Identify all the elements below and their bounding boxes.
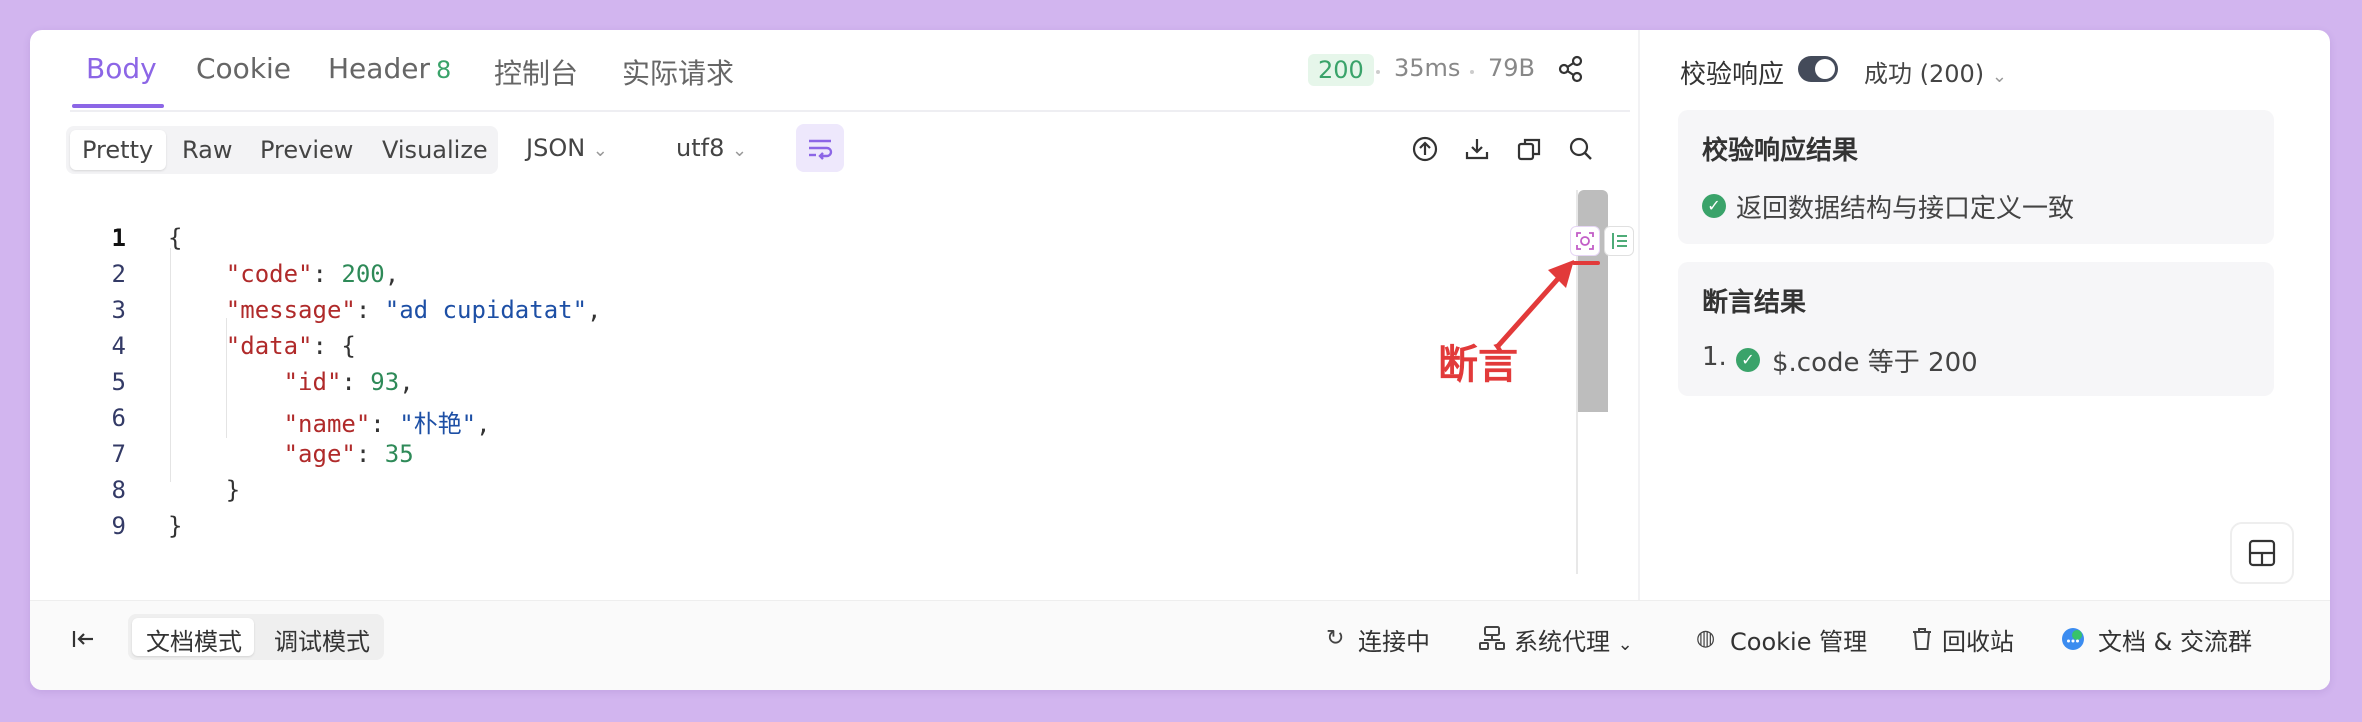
- json-key: "code": [225, 260, 313, 288]
- encoding-select-value: utf8: [676, 134, 725, 162]
- json-number: 35: [384, 440, 414, 468]
- chat-bubble-icon: [2060, 626, 2086, 652]
- recycle-bin-button[interactable]: 回收站: [1942, 622, 2014, 657]
- response-result-select[interactable]: 成功 (200) ⌄: [1864, 54, 2007, 89]
- line-number: 6: [111, 404, 126, 432]
- response-panel: Body Cookie Header 8 控制台 实际请求 200 35ms 79…: [30, 30, 2330, 690]
- tab-cookie[interactable]: Cookie: [196, 52, 291, 85]
- success-check-icon: ✓: [1702, 194, 1726, 218]
- tab-header[interactable]: Header 8: [328, 52, 451, 85]
- debug-mode-button[interactable]: 调试模式: [274, 622, 370, 657]
- assertion-annotation-label: 断言: [1438, 342, 1518, 388]
- system-proxy-select[interactable]: 系统代理 ⌄: [1514, 622, 1633, 657]
- format-select[interactable]: JSON ⌄: [526, 134, 608, 162]
- line-number: 8: [111, 476, 126, 504]
- network-icon: [1478, 624, 1506, 652]
- response-size: 79B: [1488, 54, 1536, 82]
- status-code-badge: 200: [1308, 54, 1374, 86]
- response-result-value: 成功 (200): [1864, 60, 1985, 88]
- connection-status[interactable]: 连接中: [1358, 622, 1430, 657]
- view-mode-preview[interactable]: Preview: [260, 136, 353, 164]
- chevron-down-icon: ⌄: [1991, 66, 2007, 87]
- json-number: 200: [341, 260, 385, 288]
- line-number: 9: [111, 512, 126, 540]
- code-line: "data": {: [225, 332, 356, 360]
- json-brace: {: [168, 224, 183, 252]
- separator-dot: [1376, 70, 1380, 74]
- chevron-down-icon: ⌄: [592, 140, 608, 161]
- json-string: "朴艳": [399, 410, 477, 438]
- tabs-divider: [70, 110, 1630, 112]
- separator-dot: [1470, 70, 1474, 74]
- upload-icon[interactable]: [1410, 134, 1440, 164]
- code-line: {: [168, 224, 182, 252]
- view-mode-visualize[interactable]: Visualize: [382, 136, 488, 164]
- validate-result-text: 返回数据结构与接口定义一致: [1736, 194, 2075, 224]
- tab-body[interactable]: Body: [86, 52, 157, 85]
- code-line: "age": 35: [283, 440, 414, 468]
- encoding-select[interactable]: utf8 ⌄: [676, 134, 747, 162]
- code-line: "code": 200,: [225, 260, 400, 288]
- json-brace: }: [225, 476, 241, 504]
- validate-result-title: 校验响应结果: [1702, 136, 1859, 166]
- line-number: 4: [111, 332, 126, 360]
- line-number: 3: [111, 296, 126, 324]
- validate-response-label: 校验响应: [1680, 60, 1785, 90]
- docs-community-button[interactable]: 文档 & 交流群: [2098, 622, 2252, 657]
- chevron-down-icon: ⌄: [731, 140, 748, 161]
- code-line: "name": "朴艳",: [283, 410, 491, 438]
- search-icon[interactable]: [1566, 134, 1596, 164]
- cookie-management-button[interactable]: Cookie 管理: [1730, 622, 1867, 657]
- json-key: "message": [225, 296, 356, 324]
- line-number: 5: [111, 368, 126, 396]
- active-tab-indicator: [72, 104, 164, 108]
- copy-icon[interactable]: [1514, 134, 1544, 164]
- json-key: "data": [225, 332, 313, 360]
- trash-icon: [1910, 626, 1934, 652]
- json-key: "age": [283, 440, 356, 468]
- wrap-icon: [809, 139, 833, 160]
- json-string: "ad cupidatat": [384, 296, 588, 324]
- tab-console[interactable]: 控制台: [494, 52, 578, 92]
- layout-toggle-button[interactable]: [2230, 522, 2294, 584]
- panel-divider: [1638, 30, 1640, 600]
- json-key: "id": [283, 368, 342, 396]
- code-line: "id": 93,: [283, 368, 414, 396]
- download-icon[interactable]: [1462, 134, 1492, 164]
- code-line: }: [168, 476, 240, 504]
- header-count-badge: 8: [435, 56, 452, 84]
- system-proxy-label: 系统代理: [1514, 628, 1610, 656]
- response-time: 35ms: [1394, 54, 1461, 82]
- success-check-icon: ✓: [1736, 348, 1760, 372]
- json-key: "name": [283, 410, 371, 438]
- extract-icon: [1612, 233, 1627, 249]
- collapse-sidebar-icon[interactable]: [68, 624, 98, 654]
- validate-response-toggle[interactable]: [1798, 56, 1838, 82]
- toggle-knob: [1815, 59, 1835, 79]
- json-number: 93: [370, 368, 400, 396]
- view-mode-pretty[interactable]: Pretty: [82, 136, 153, 164]
- extract-variable-button[interactable]: [1604, 226, 1634, 256]
- format-select-value: JSON: [526, 134, 586, 162]
- word-wrap-button[interactable]: [796, 124, 844, 172]
- refresh-icon: ↻: [1326, 626, 1345, 651]
- line-number: 7: [111, 440, 126, 468]
- assertion-result-title: 断言结果: [1702, 288, 1807, 318]
- cookie-icon: ◍: [1696, 626, 1716, 651]
- json-brace: }: [168, 512, 183, 540]
- code-line: "message": "ad cupidatat",: [225, 296, 602, 324]
- share-icon[interactable]: [1556, 54, 1586, 84]
- json-brace: {: [341, 332, 356, 360]
- line-number: 2: [111, 260, 126, 288]
- doc-mode-button[interactable]: 文档模式: [146, 622, 242, 657]
- line-number: 1: [111, 224, 126, 252]
- view-mode-raw[interactable]: Raw: [182, 136, 232, 164]
- tab-actual-request[interactable]: 实际请求: [622, 52, 734, 92]
- assertion-result-text: $.code 等于 200: [1772, 348, 1978, 378]
- chevron-down-icon: ⌄: [1617, 634, 1633, 655]
- code-line: }: [168, 512, 182, 540]
- tab-header-label: Header: [328, 52, 430, 85]
- layout-icon: [2248, 539, 2276, 567]
- assertion-index: 1.: [1702, 342, 1727, 372]
